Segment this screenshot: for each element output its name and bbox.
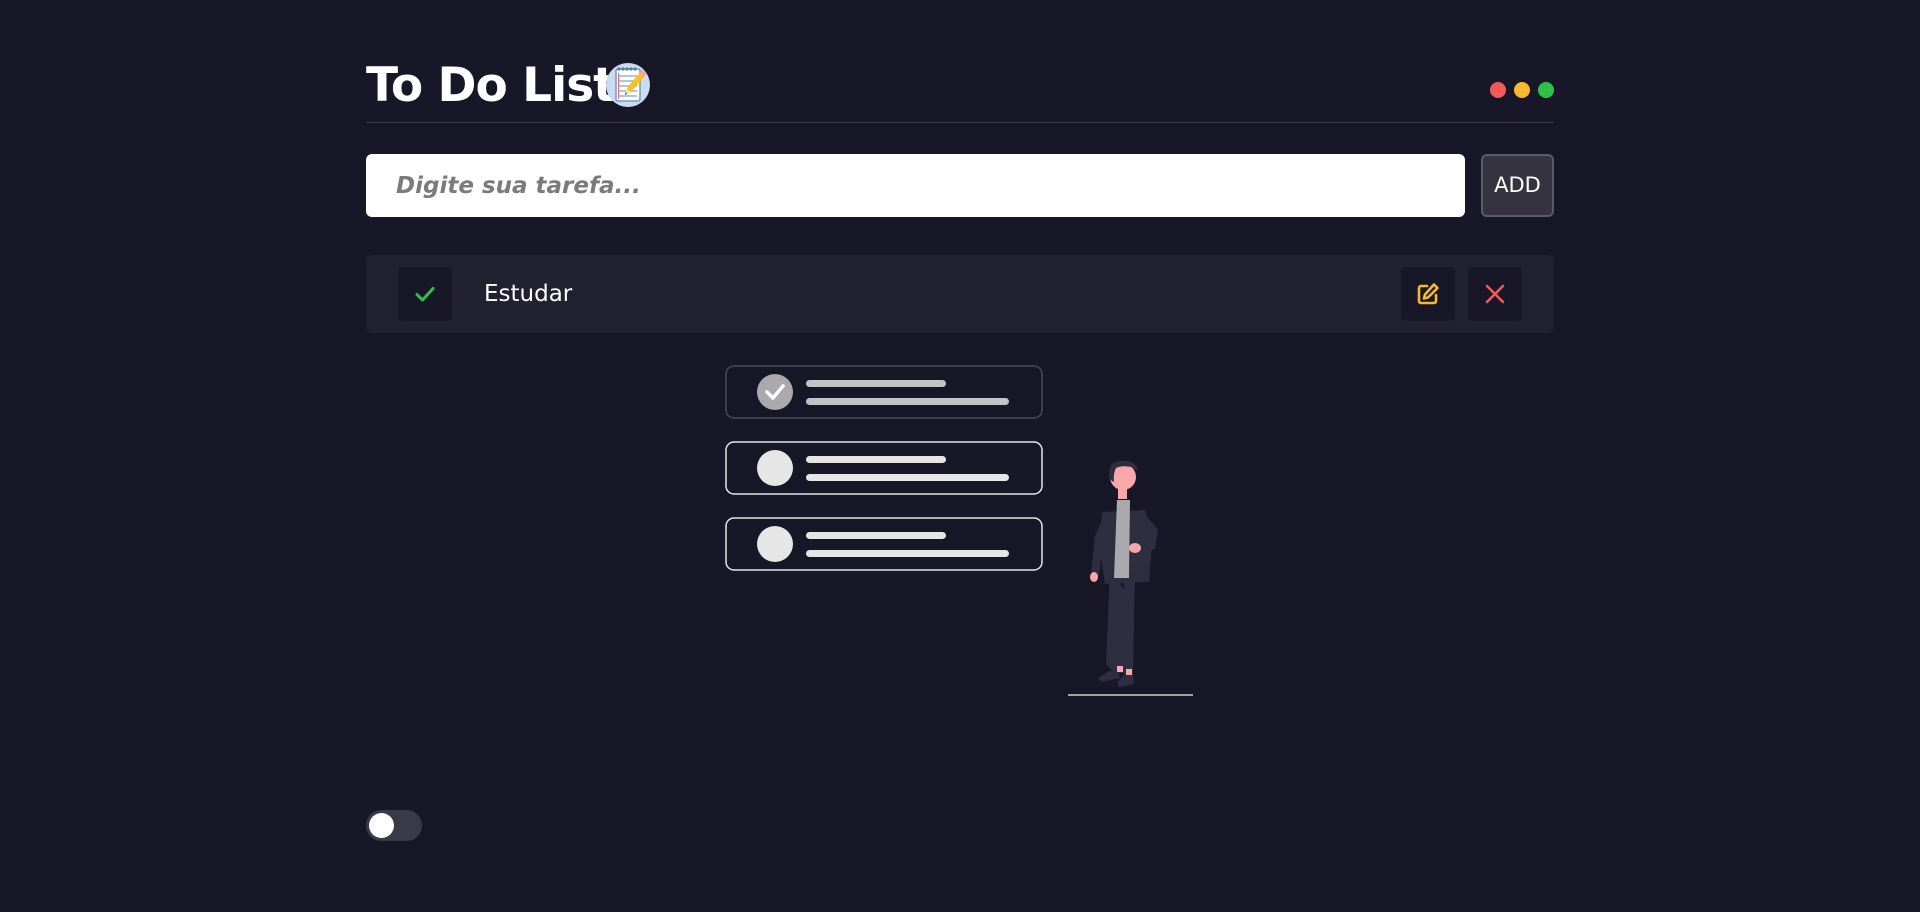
check-icon [415,287,435,302]
app-container: To Do List Digite sua tarefa... ADD Estu… [366,0,1554,912]
add-button[interactable]: ADD [1481,154,1554,217]
todo-item: Estudar [366,255,1554,333]
minimize-dot [1514,82,1530,98]
toggle-knob [369,813,394,838]
illustration-card-2 [725,441,1043,495]
close-dot [1490,82,1506,98]
close-icon [1485,284,1505,304]
delete-button[interactable] [1468,267,1522,321]
window-controls [1490,82,1554,98]
task-input[interactable] [366,154,1465,217]
edit-button[interactable] [1401,267,1455,321]
input-row: ADD [366,154,1554,218]
complete-button[interactable] [398,267,452,321]
todo-text: Estudar [484,281,573,307]
empty-state-illustration [725,365,1193,696]
notepad-pencil-icon [606,63,650,107]
maximize-dot [1538,82,1554,98]
theme-toggle[interactable] [366,810,422,841]
header: To Do List [366,52,1554,123]
illustration-card-3 [725,517,1043,571]
illustration-person [1068,460,1193,696]
illustration-card-1 [725,365,1043,419]
page-title: To Do List [366,58,616,113]
edit-icon [1417,283,1439,305]
